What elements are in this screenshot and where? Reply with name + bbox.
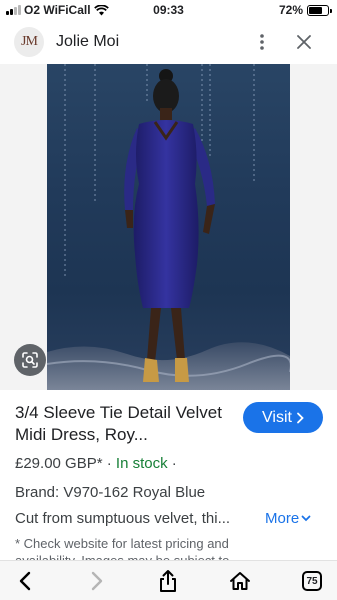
google-lens-button[interactable] <box>14 344 46 376</box>
pricing-disclaimer: * Check website for latest pricing and a… <box>15 536 230 561</box>
separator-dot: · <box>171 455 177 472</box>
chevron-down-icon <box>301 515 311 522</box>
stock-status: In stock <box>115 455 168 472</box>
more-label: More <box>265 510 300 527</box>
more-vert-icon <box>260 34 264 50</box>
site-logo: JM <box>14 27 44 57</box>
description-row: Cut from sumptuous velvet, thi... More <box>15 510 325 527</box>
product-image-area <box>0 64 337 390</box>
forward-button[interactable] <box>84 568 110 594</box>
share-button[interactable] <box>155 568 181 594</box>
status-bar: O2 WiFiCall 09:33 72% <box>0 0 337 20</box>
site-name[interactable]: Jolie Moi <box>56 33 119 51</box>
brand-info: Brand: V970-162 Royal Blue <box>15 484 206 501</box>
result-header: JM Jolie Moi <box>0 22 337 62</box>
home-icon <box>230 572 250 590</box>
more-options-button[interactable] <box>252 30 272 54</box>
back-button[interactable] <box>12 568 38 594</box>
battery-percent: 72% <box>278 3 303 17</box>
visit-button[interactable]: Visit <box>243 402 323 433</box>
product-title[interactable]: 3/4 Sleeve Tie Detail Velvet Midi Dress,… <box>15 402 237 446</box>
more-description-button[interactable]: More <box>265 510 311 527</box>
price-row: £29.00 GBP* · In stock · <box>15 455 177 472</box>
model-photo-illustration <box>47 64 290 390</box>
product-image[interactable] <box>47 64 290 390</box>
browser-toolbar: 75 <box>0 560 337 600</box>
home-button[interactable] <box>227 568 253 594</box>
close-icon <box>297 35 311 49</box>
share-icon <box>160 570 176 592</box>
tabs-button[interactable]: 75 <box>299 568 325 594</box>
chevron-right-icon <box>297 412 304 423</box>
back-arrow-icon <box>19 571 31 591</box>
separator-dot: · <box>106 455 112 472</box>
battery-icon <box>307 4 332 16</box>
visit-label: Visit <box>262 408 292 426</box>
lens-search-icon <box>22 352 38 368</box>
product-description: Cut from sumptuous velvet, thi... <box>15 510 231 527</box>
forward-arrow-icon <box>91 571 103 591</box>
price: £29.00 GBP* <box>15 455 103 472</box>
close-button[interactable] <box>292 30 316 54</box>
tab-count-badge: 75 <box>302 571 322 591</box>
battery-status: 72% <box>278 3 332 17</box>
